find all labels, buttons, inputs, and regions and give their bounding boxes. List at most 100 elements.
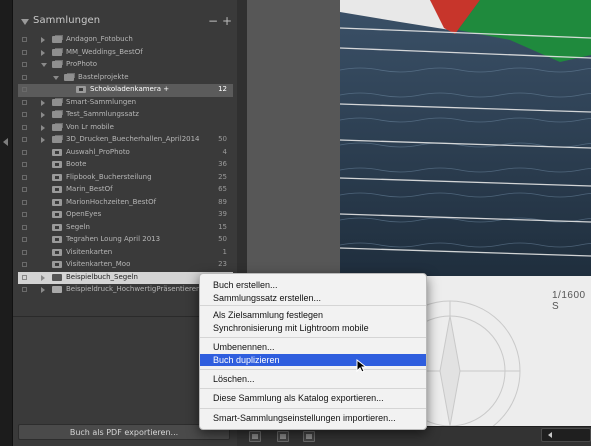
set-icon bbox=[52, 36, 62, 43]
collapsed-triangle-icon[interactable] bbox=[41, 137, 45, 143]
collection-row[interactable]: Von Lr mobile bbox=[18, 122, 233, 135]
collection-label: Flipbook_Buchersteilung bbox=[66, 172, 152, 181]
menu-item[interactable]: Löschen... bbox=[200, 373, 426, 385]
collapsed-triangle-icon[interactable] bbox=[41, 274, 45, 281]
collection-row[interactable]: ProPhoto bbox=[18, 59, 233, 72]
collection-row[interactable]: Tegrahen Loung April 2013 50 bbox=[18, 234, 233, 247]
target-checkbox[interactable] bbox=[22, 99, 27, 105]
collapsed-triangle-icon[interactable] bbox=[41, 112, 45, 118]
remove-collection-button[interactable]: − bbox=[208, 14, 218, 28]
target-checkbox[interactable] bbox=[22, 62, 27, 67]
collection-label: Schokoladenkamera + bbox=[90, 85, 170, 93]
target-checkbox[interactable] bbox=[22, 249, 27, 255]
collection-label: Visitenkarten bbox=[66, 247, 113, 256]
menu-separator bbox=[200, 408, 426, 409]
collection-label: 3D_Drucken_Buecherhallen_April2014 bbox=[66, 135, 200, 143]
collection-label: Bastelprojekte bbox=[78, 72, 129, 81]
target-checkbox[interactable] bbox=[22, 174, 27, 180]
collapsed-triangle-icon[interactable] bbox=[41, 37, 45, 43]
collection-row[interactable]: MarionHochzeiten_BestOf 89 bbox=[18, 197, 233, 210]
target-checkbox[interactable] bbox=[22, 112, 27, 117]
collection-label: Beispieldruck_HochwertigPräsentieren bbox=[66, 285, 201, 293]
menu-item[interactable]: Als Zielsammlung festlegen bbox=[200, 309, 426, 321]
collapsed-triangle-icon[interactable] bbox=[41, 49, 45, 56]
single-page-view-button[interactable] bbox=[303, 431, 315, 442]
menu-item[interactable]: Sammlungssatz erstellen... bbox=[200, 292, 426, 304]
collection-row[interactable]: OpenEyes 39 bbox=[18, 209, 233, 222]
menu-separator bbox=[200, 369, 426, 370]
target-checkbox[interactable] bbox=[22, 187, 27, 192]
expanded-triangle-icon[interactable] bbox=[53, 75, 59, 80]
collection-row[interactable]: Marin_BestOf 65 bbox=[18, 184, 233, 197]
collection-label: Smart-Sammlungen bbox=[66, 97, 137, 106]
target-checkbox[interactable] bbox=[22, 274, 27, 280]
menu-separator bbox=[200, 337, 426, 338]
photo-image bbox=[340, 0, 591, 276]
collection-row[interactable]: Boote 36 bbox=[18, 159, 233, 172]
collection-count: 4 bbox=[222, 147, 227, 156]
menu-item[interactable]: Synchronisierung mit Lightroom mobile bbox=[200, 322, 426, 334]
collapsed-triangle-icon[interactable] bbox=[41, 124, 45, 131]
target-checkbox[interactable] bbox=[22, 137, 27, 142]
target-checkbox[interactable] bbox=[22, 87, 27, 92]
collapsed-triangle-icon[interactable] bbox=[41, 99, 45, 106]
expanded-triangle-icon[interactable] bbox=[41, 63, 47, 67]
collapsed-triangle-icon[interactable] bbox=[41, 287, 45, 293]
spread-view-button[interactable] bbox=[277, 431, 289, 442]
collection-icon bbox=[52, 211, 62, 218]
collection-icon bbox=[52, 248, 62, 256]
target-checkbox[interactable] bbox=[22, 212, 27, 217]
collapse-panel-arrow-icon[interactable] bbox=[3, 138, 8, 146]
target-checkbox[interactable] bbox=[22, 287, 27, 292]
collection-row[interactable]: Test_Sammlungssatz bbox=[18, 109, 233, 122]
target-checkbox[interactable] bbox=[22, 162, 27, 167]
menu-separator bbox=[200, 305, 426, 306]
collection-count: 50 bbox=[218, 135, 227, 143]
collection-icon bbox=[52, 148, 62, 156]
collection-count: 50 bbox=[218, 235, 227, 243]
target-checkbox[interactable] bbox=[22, 37, 27, 42]
target-checkbox[interactable] bbox=[22, 149, 27, 155]
page-navigation-control[interactable] bbox=[541, 428, 591, 442]
multi-page-view-button[interactable] bbox=[249, 431, 261, 442]
previous-page-icon[interactable] bbox=[548, 432, 552, 438]
target-checkbox[interactable] bbox=[22, 262, 27, 267]
mouse-cursor-icon bbox=[356, 359, 368, 373]
collection-icon bbox=[76, 86, 86, 93]
collection-row[interactable]: Visitenkarten 1 bbox=[18, 247, 233, 260]
menu-item[interactable]: Buch duplizieren bbox=[200, 354, 426, 366]
spread-view-icon bbox=[280, 434, 286, 439]
target-checkbox[interactable] bbox=[22, 237, 27, 242]
collection-row[interactable]: Segeln 15 bbox=[18, 222, 233, 235]
collection-row[interactable]: Flipbook_Buchersteilung 25 bbox=[18, 172, 233, 185]
collection-row[interactable]: Smart-Sammlungen bbox=[18, 97, 233, 110]
collections-list: Andagon_Fotobuch MM_Weddings_BestOf ProPho… bbox=[18, 34, 233, 297]
target-checkbox[interactable] bbox=[22, 199, 27, 205]
menu-item[interactable]: Buch erstellen... bbox=[200, 279, 426, 291]
collections-panel-header[interactable]: Sammlungen − + bbox=[13, 14, 237, 32]
collection-row[interactable]: Bastelprojekte bbox=[18, 72, 233, 85]
collection-icon bbox=[52, 236, 62, 243]
book-page-photo bbox=[340, 0, 591, 276]
disclosure-triangle-icon[interactable] bbox=[21, 19, 29, 25]
menu-item[interactable]: Umbenennen... bbox=[200, 341, 426, 353]
target-checkbox[interactable] bbox=[22, 224, 27, 230]
target-checkbox[interactable] bbox=[22, 49, 27, 55]
collection-row[interactable]: Auswahl_ProPhoto 4 bbox=[18, 147, 233, 160]
collection-row[interactable]: Schokoladenkamera + 12 bbox=[18, 84, 233, 97]
collection-row[interactable]: Visitenkarten_Moo 23 bbox=[18, 259, 233, 272]
menu-item[interactable]: Diese Sammlung als Katalog exportieren..… bbox=[200, 392, 426, 404]
collection-row[interactable]: MM_Weddings_BestOf bbox=[18, 47, 233, 60]
collection-label: MarionHochzeiten_BestOf bbox=[66, 197, 157, 206]
book-icon bbox=[52, 273, 62, 281]
collection-count: 89 bbox=[218, 197, 227, 206]
target-checkbox[interactable] bbox=[22, 124, 27, 130]
collection-count: 36 bbox=[218, 160, 227, 168]
target-checkbox[interactable] bbox=[22, 74, 27, 80]
collection-row[interactable]: 3D_Drucken_Buecherhallen_April2014 50 bbox=[18, 134, 233, 147]
menu-item[interactable]: Smart-Sammlungseinstellungen importieren… bbox=[200, 412, 426, 424]
collection-count: 65 bbox=[218, 185, 227, 193]
add-collection-button[interactable]: + bbox=[222, 14, 232, 28]
collection-count: 23 bbox=[218, 260, 227, 268]
collection-row[interactable]: Andagon_Fotobuch bbox=[18, 34, 233, 47]
